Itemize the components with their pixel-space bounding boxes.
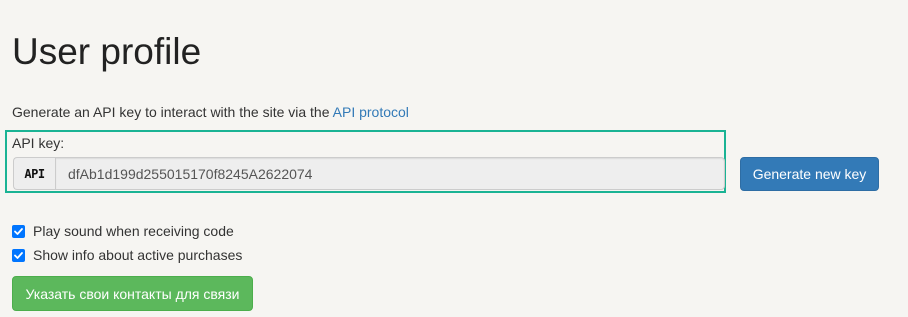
checkmark-icon [14, 227, 23, 235]
show-info-label: Show info about active purchases [33, 247, 243, 263]
show-info-checkbox[interactable] [12, 248, 25, 262]
api-description: Generate an API key to interact with the… [12, 103, 409, 121]
api-key-field[interactable] [55, 157, 725, 190]
checkmark-icon [14, 251, 23, 259]
play-sound-label: Play sound when receiving code [33, 223, 234, 239]
api-protocol-link[interactable]: API protocol [333, 104, 409, 120]
api-addon-label: API [13, 157, 55, 190]
api-key-input-group: API [13, 157, 725, 190]
description-text: Generate an API key to interact with the… [12, 104, 333, 120]
page-title: User profile [12, 31, 202, 72]
show-info-option[interactable]: Show info about active purchases [12, 247, 242, 263]
generate-new-key-button[interactable]: Generate new key [740, 157, 879, 191]
api-key-label: API key: [12, 135, 65, 151]
play-sound-option[interactable]: Play sound when receiving code [12, 223, 234, 239]
play-sound-checkbox[interactable] [12, 224, 25, 238]
specify-contacts-button[interactable]: Указать свои контакты для связи [12, 276, 253, 311]
